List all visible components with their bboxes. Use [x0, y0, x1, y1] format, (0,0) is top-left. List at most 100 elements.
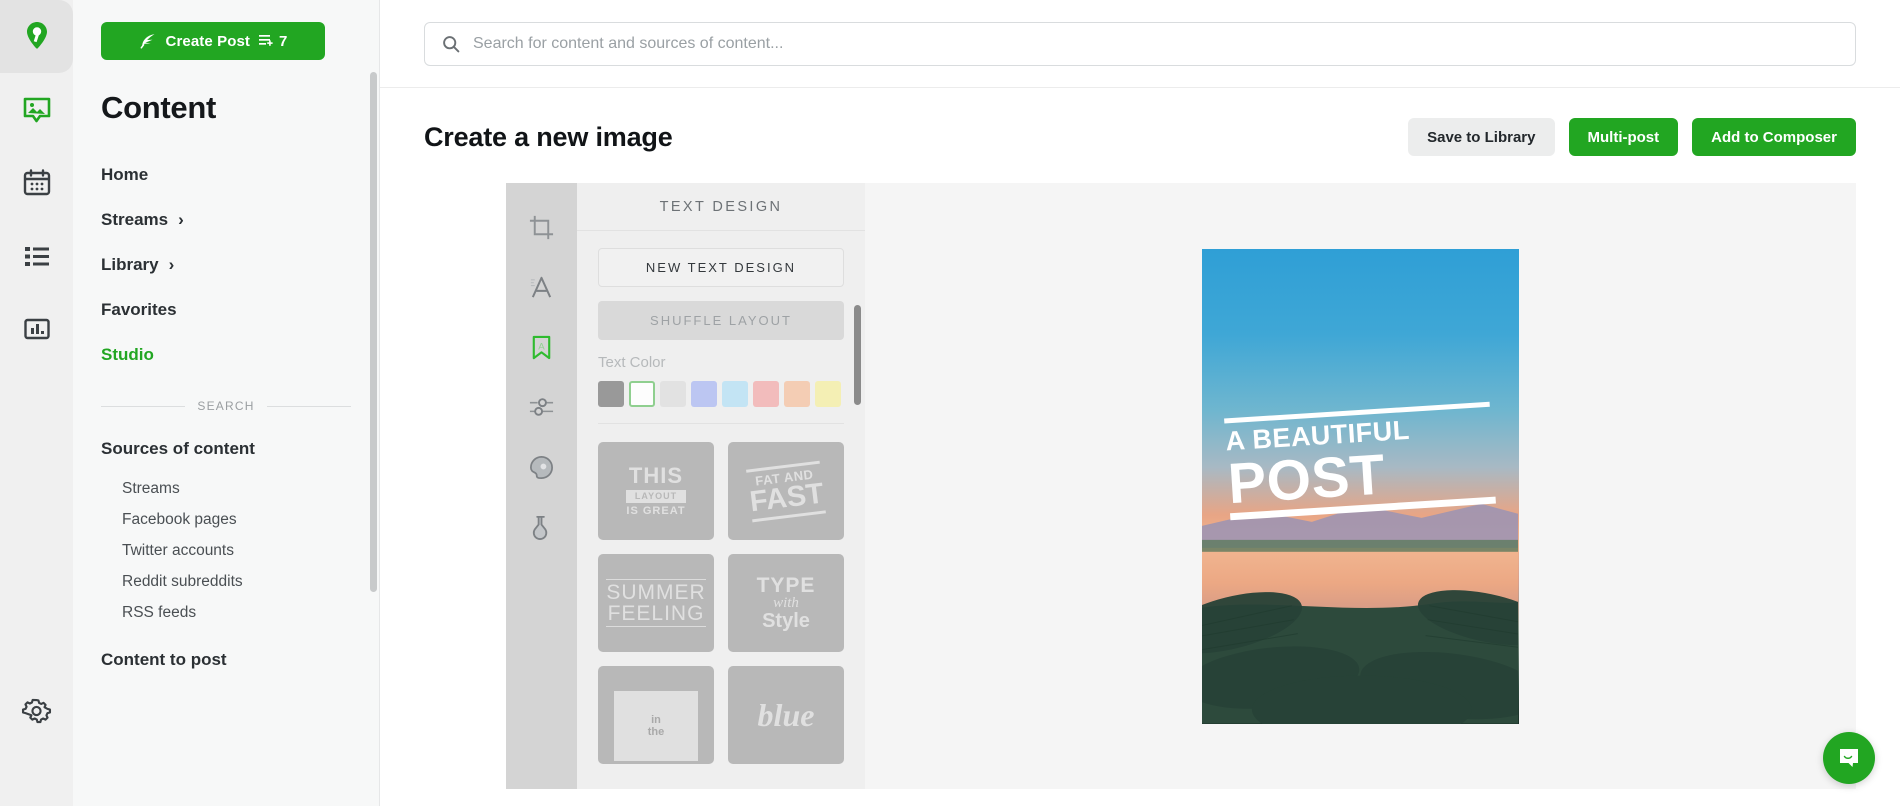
adjustments-icon-svg	[529, 397, 554, 416]
content-image-icon[interactable]	[0, 73, 73, 146]
content-image-icon-svg	[23, 97, 50, 122]
design-line: with	[773, 595, 799, 611]
divider-line-right	[266, 405, 351, 407]
header-actions: Save to Library Multi-post Add to Compos…	[1408, 118, 1856, 156]
sidebar-item-label: Favorites	[101, 299, 177, 319]
design-card-text: in the	[614, 690, 698, 762]
list-icon-svg	[24, 246, 49, 266]
create-post-label: Create Post	[165, 32, 250, 50]
design-card-type-with-style[interactable]: TYPE with Style	[728, 554, 844, 652]
calendar-icon[interactable]	[0, 146, 73, 219]
text-color-swatches	[598, 381, 844, 407]
sidebar-item-streams[interactable]: Streams ›	[101, 197, 379, 242]
crop-icon-svg	[529, 215, 554, 239]
gear-icon-svg	[21, 698, 52, 724]
design-card-text: THIS LAYOUT IS GREAT	[626, 463, 686, 517]
text-design-bookmark-icon[interactable]: A	[506, 317, 577, 377]
create-post-button[interactable]: Create Post 7	[101, 22, 325, 60]
create-post-count: 7	[279, 32, 288, 50]
swatch-peach[interactable]	[784, 381, 810, 407]
feather-icon	[140, 34, 155, 49]
search-box[interactable]	[424, 21, 1856, 66]
text-color-label: Text Color	[598, 354, 666, 371]
topbar	[380, 0, 1900, 88]
shuffle-layout-button[interactable]: SHUFFLE LAYOUT	[598, 301, 844, 340]
design-line: SUMMER	[606, 579, 706, 604]
section-heading-content-to-post: Content to post	[101, 650, 227, 669]
sidebar-scrollbar[interactable]	[370, 72, 377, 592]
sidebar-item-studio[interactable]: Studio	[101, 332, 379, 377]
main-content: Create a new image Save to Library Multi…	[380, 0, 1900, 806]
sidebar-item-label: Home	[101, 164, 149, 184]
filter-flask-icon[interactable]	[506, 497, 577, 557]
image-preview[interactable]: A BEAUTIFUL POST	[1202, 248, 1519, 724]
swatch-white[interactable]	[629, 381, 655, 407]
poster-text-overlay: A BEAUTIFUL POST	[1224, 401, 1497, 521]
text-design-panel: TEXT DESIGN NEW TEXT DESIGN SHUFFLE LAYO…	[577, 183, 865, 789]
calendar-icon-svg	[23, 168, 50, 195]
swatch-light-blue[interactable]	[722, 381, 748, 407]
panel-scrollbar[interactable]	[854, 305, 861, 405]
sidebar-item-library[interactable]: Library ›	[101, 242, 379, 287]
design-card-in-the[interactable]: in the	[598, 666, 714, 764]
sticker-icon[interactable]	[506, 437, 577, 497]
sidebar-nav: Home Streams › Library › Favorites Studi…	[73, 126, 379, 377]
page-title: Create a new image	[424, 121, 673, 152]
create-post-wrap: Create Post 7	[73, 0, 379, 60]
design-line: FEELING	[606, 602, 706, 627]
sidebar-item-label: Streams	[101, 209, 169, 229]
image-editor: A TEXT DESIGN NEW TEXT DESIGN SHUFFLE LA…	[506, 183, 1856, 789]
swatch-pink[interactable]	[753, 381, 779, 407]
sources-list: Streams Facebook pages Twitter accounts …	[73, 459, 379, 628]
create-post-count-wrap: 7	[259, 33, 287, 50]
sidebar-item-favorites[interactable]: Favorites	[101, 287, 379, 332]
editor-tool-rail: A	[506, 183, 577, 789]
source-item-facebook-pages[interactable]: Facebook pages	[122, 504, 379, 535]
search-input[interactable]	[473, 34, 1838, 53]
swatch-periwinkle[interactable]	[691, 381, 717, 407]
multi-post-button[interactable]: Multi-post	[1568, 118, 1679, 156]
source-item-twitter-accounts[interactable]: Twitter accounts	[122, 535, 379, 566]
app-root: Create Post 7 Content Home Streams › Lib…	[0, 0, 1900, 806]
design-line: THIS	[628, 463, 684, 488]
source-item-rss-feeds[interactable]: RSS feeds	[122, 597, 379, 628]
design-card-blue[interactable]: blue	[728, 666, 844, 764]
design-line: the	[647, 725, 665, 738]
analytics-bar-icon[interactable]	[0, 292, 73, 365]
swatch-yellow[interactable]	[815, 381, 841, 407]
design-card-text: TYPE with Style	[757, 575, 816, 631]
design-line: FAST	[748, 477, 827, 522]
text-design-bookmark-icon-svg: A	[532, 335, 551, 359]
font-icon[interactable]	[506, 257, 577, 317]
crop-icon[interactable]	[506, 197, 577, 257]
canvas-area: A BEAUTIFUL POST	[865, 183, 1856, 789]
design-card-fat-and-fast[interactable]: FAT AND FAST	[728, 442, 844, 540]
new-text-design-button[interactable]: NEW TEXT DESIGN	[598, 248, 844, 287]
sidebar: Create Post 7 Content Home Streams › Lib…	[73, 0, 380, 806]
swatch-light-grey[interactable]	[660, 381, 686, 407]
app-icon-rail	[0, 0, 73, 806]
save-to-library-button[interactable]: Save to Library	[1408, 118, 1555, 156]
design-line: blue	[757, 697, 815, 733]
sticker-icon-svg	[530, 455, 553, 479]
add-to-composer-button[interactable]: Add to Composer	[1692, 118, 1856, 156]
design-card-summer-feeling[interactable]: SUMMER FEELING	[598, 554, 714, 652]
filter-flask-icon-svg	[532, 515, 548, 540]
design-card-this-layout-is-great[interactable]: THIS LAYOUT IS GREAT	[598, 442, 714, 540]
logo-pin-icon[interactable]	[0, 0, 73, 73]
divider-label: SEARCH	[197, 399, 255, 413]
chat-bubble-icon[interactable]	[1823, 732, 1875, 784]
source-item-reddit-subreddits[interactable]: Reddit subreddits	[122, 566, 379, 597]
panel-body: NEW TEXT DESIGN SHUFFLE LAYOUT Text Colo…	[577, 231, 865, 424]
sidebar-item-home[interactable]: Home	[101, 152, 379, 197]
source-item-streams[interactable]: Streams	[122, 473, 379, 504]
panel-title: TEXT DESIGN	[577, 183, 865, 231]
swatch-grey[interactable]	[598, 381, 624, 407]
list-icon[interactable]	[0, 219, 73, 292]
divider-line-left	[101, 405, 186, 407]
svg-text:A: A	[538, 341, 545, 352]
gear-icon[interactable]	[0, 675, 73, 748]
adjustments-icon[interactable]	[506, 377, 577, 437]
design-line: TYPE	[756, 574, 816, 597]
section-heading-sources: Sources of content	[101, 439, 255, 458]
